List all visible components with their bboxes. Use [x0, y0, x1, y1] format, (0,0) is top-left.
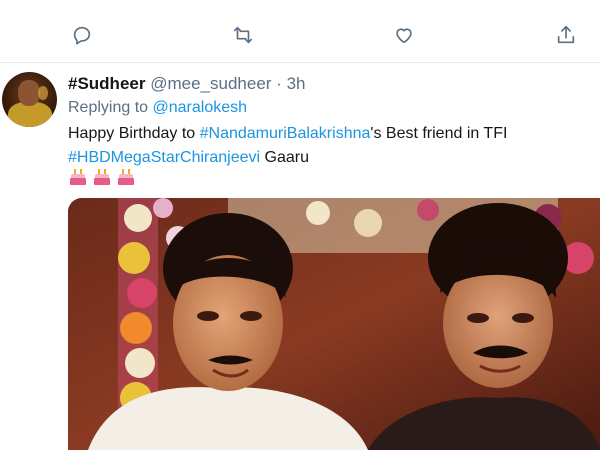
avatar-face-shape	[18, 80, 40, 106]
tweet-time[interactable]: 3h	[287, 74, 306, 93]
tweet-action-bar	[0, 0, 600, 62]
birthday-cake-icon	[116, 166, 136, 186]
avatar-glare-shape	[38, 86, 48, 100]
tweet-photo[interactable]	[68, 198, 600, 450]
avatar[interactable]	[2, 72, 57, 127]
birthday-cake-icon	[68, 166, 88, 186]
like-button[interactable]	[389, 20, 419, 50]
like-icon	[396, 28, 412, 44]
share-button[interactable]	[551, 20, 581, 50]
replying-to: Replying to @naralokesh	[68, 99, 247, 117]
share-icon	[557, 25, 575, 44]
author-name[interactable]: #Sudheer	[68, 74, 145, 93]
text-before: Happy Birthday to	[68, 125, 200, 142]
hashtag-link[interactable]: #NandamuriBalakrishna	[200, 125, 371, 142]
tweet-text: Happy Birthday to #NandamuriBalakrishna'…	[68, 122, 593, 170]
retweet-button[interactable]	[228, 20, 258, 50]
tweet-header: #Sudheer @mee_sudheer · 3h	[68, 74, 306, 94]
reply-icon	[73, 26, 91, 45]
text-middle: 's Best friend in TFI	[370, 125, 508, 142]
replying-to-link[interactable]: @naralokesh	[153, 99, 248, 116]
author-handle[interactable]: @mee_sudheer	[150, 74, 271, 93]
header-separator: ·	[276, 74, 282, 93]
replying-prefix: Replying to	[68, 99, 149, 116]
hashtag-link[interactable]: #HBDMegaStarChiranjeevi	[68, 149, 260, 166]
birthday-cake-icon	[92, 166, 112, 186]
reply-button[interactable]	[67, 20, 97, 50]
birthday-cake-emojis	[68, 166, 136, 186]
photo-illustration	[68, 198, 600, 450]
text-after: Gaaru	[260, 149, 310, 166]
tweet-divider	[0, 62, 600, 63]
retweet-icon	[233, 26, 253, 44]
